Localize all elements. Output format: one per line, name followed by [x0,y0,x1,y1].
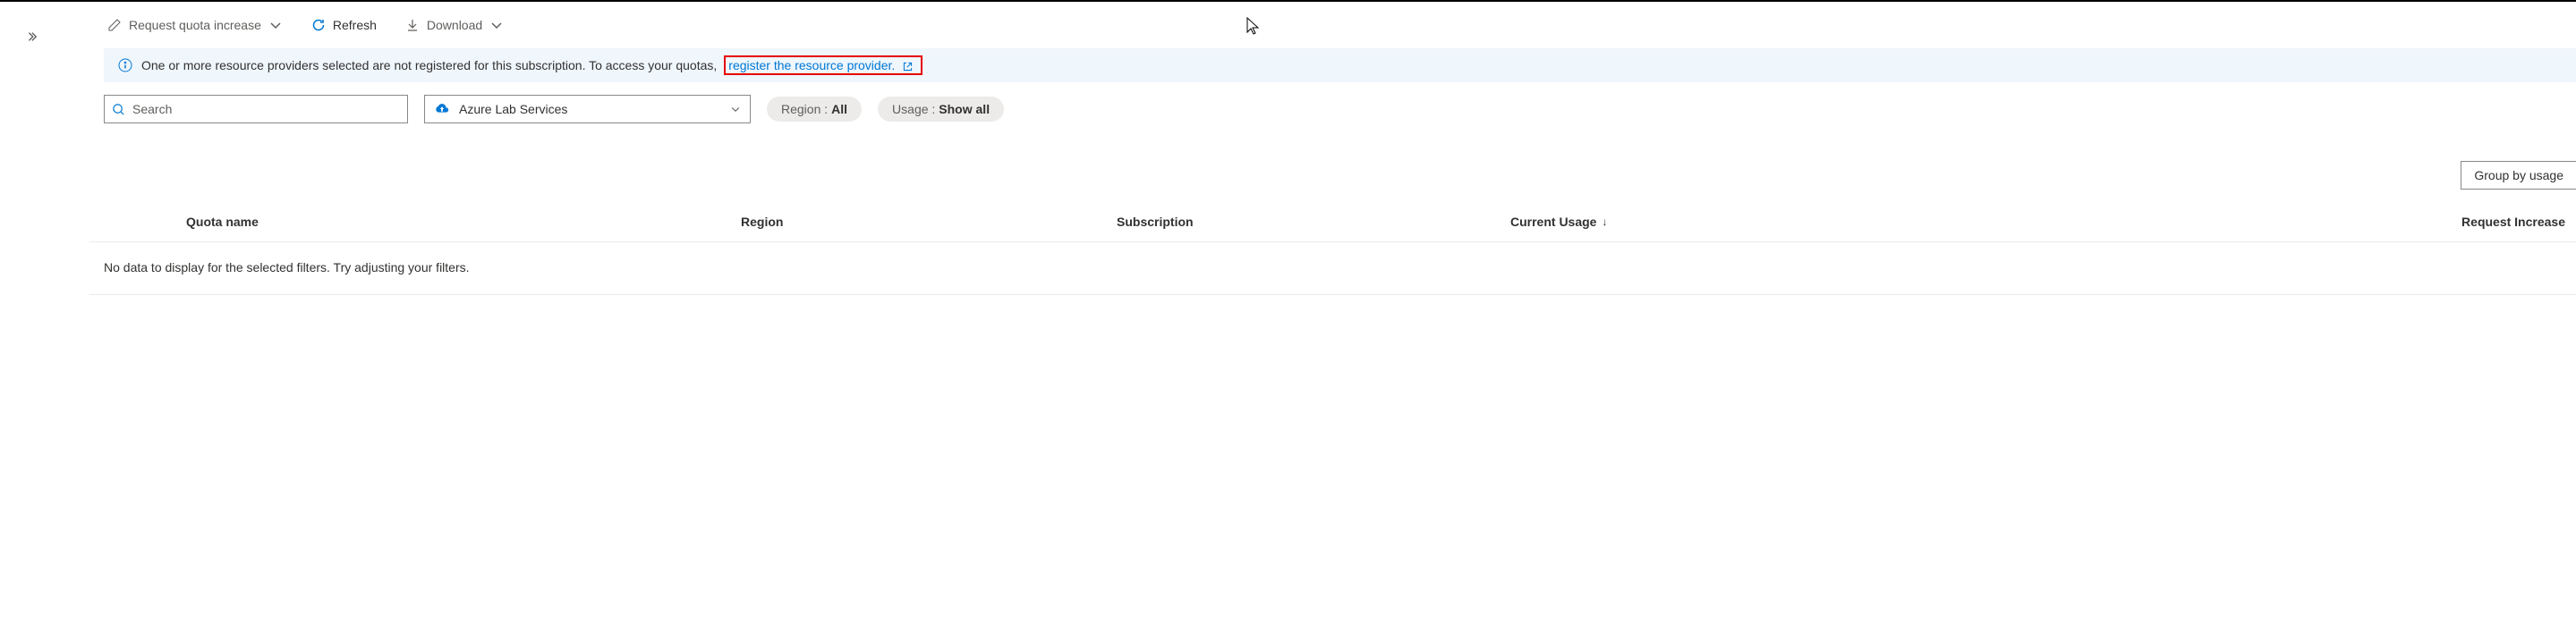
expand-sidebar-chevron[interactable] [25,29,38,43]
download-button[interactable]: Download [402,14,507,36]
toolbar-label: Request quota increase [129,18,261,32]
toolbar: Request quota increase Refresh Download [89,2,2576,48]
download-icon [405,18,420,32]
group-by-dropdown[interactable]: Group by usage [2461,161,2576,190]
refresh-icon [311,18,326,32]
region-filter-pill[interactable]: Region : All [767,97,862,122]
info-banner: One or more resource providers selected … [104,48,2576,82]
column-header-current-usage[interactable]: Current Usage ↓ [1510,215,2461,229]
toolbar-label: Download [427,18,482,32]
group-by-label: Group by usage [2474,168,2563,182]
column-header-subscription[interactable]: Subscription [1117,215,1510,229]
pill-label: Region : [781,102,828,116]
search-icon [112,103,125,116]
usage-filter-pill[interactable]: Usage : Show all [878,97,1004,122]
chevron-down-icon [730,104,741,114]
provider-dropdown[interactable]: Azure Lab Services [424,95,751,123]
refresh-button[interactable]: Refresh [308,14,380,36]
column-header-request-increase[interactable]: Request Increase [2461,215,2565,229]
column-header-region[interactable]: Region [741,215,1117,229]
external-link-icon [902,61,914,72]
pencil-icon [107,18,122,32]
banner-message: One or more resource providers selected … [141,58,717,72]
chevron-down-icon [489,18,504,32]
register-link-highlight: register the resource provider. [724,55,922,75]
empty-state-message: No data to display for the selected filt… [89,242,2576,295]
request-quota-increase-button[interactable]: Request quota increase [104,14,286,36]
column-header-quota-name[interactable]: Quota name [186,215,741,229]
pill-value: Show all [939,102,990,116]
search-input[interactable] [132,102,400,116]
table-header-row: Quota name Region Subscription Current U… [89,193,2576,242]
provider-label: Azure Lab Services [459,102,567,116]
register-provider-link[interactable]: register the resource provider. [728,58,914,72]
toolbar-label: Refresh [333,18,377,32]
sort-down-icon: ↓ [1602,215,1607,228]
chevron-down-icon [268,18,283,32]
pill-label: Usage : [892,102,935,116]
cloud-upload-icon [434,102,450,116]
pill-value: All [831,102,847,116]
info-icon [118,58,132,72]
search-input-container[interactable] [104,95,408,123]
filter-row: Azure Lab Services Region : All Usage : … [89,82,2576,136]
